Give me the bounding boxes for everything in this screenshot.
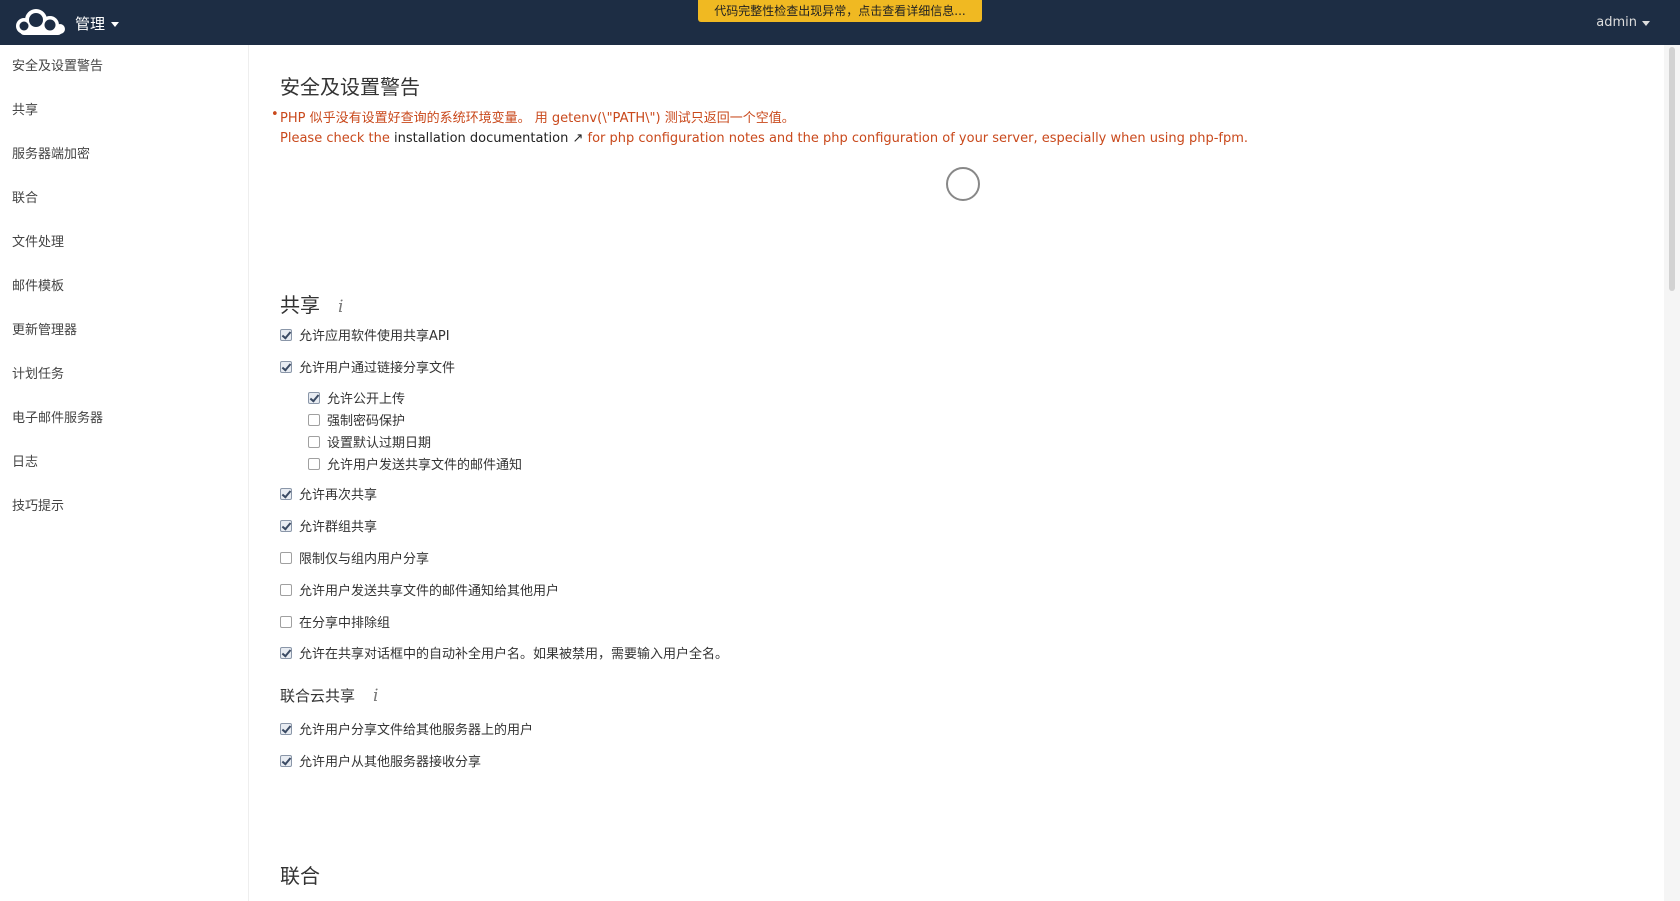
option-label: 允许应用软件使用共享API xyxy=(299,329,450,344)
checkbox-incoming-server2server[interactable] xyxy=(280,754,292,767)
option-allow-public-upload[interactable]: 允许公开上传 xyxy=(308,388,405,407)
option-label: 允许用户发送共享文件的邮件通知 xyxy=(327,458,523,473)
option-label: 允许用户分享文件给其他服务器上的用户 xyxy=(299,723,534,738)
option-incoming-server2server[interactable]: 允许用户从其他服务器接收分享 xyxy=(280,751,481,770)
sidebar-item-log[interactable]: 日志 xyxy=(0,441,248,485)
option-default-expire-date[interactable]: 设置默认过期日期 xyxy=(308,432,431,451)
option-allow-group-sharing[interactable]: 允许群组共享 xyxy=(280,516,377,535)
checkbox-exclude-groups[interactable] xyxy=(280,615,292,628)
top-header: 管理 代码完整性检查出现异常，点击查看详细信息... admin xyxy=(0,0,1680,45)
checkbox-enforce-password[interactable] xyxy=(308,413,320,426)
info-icon[interactable]: i xyxy=(338,297,343,317)
sidebar-item-mail-templates[interactable]: 邮件模板 xyxy=(0,265,248,309)
checkbox-outgoing-server2server[interactable] xyxy=(280,722,292,735)
option-label: 限制仅与组内用户分享 xyxy=(299,552,430,567)
sharing-section-title: 共享 i xyxy=(280,289,343,318)
warning-line-2-suffix: for php configuration notes and the php … xyxy=(583,131,1249,146)
option-allow-share-api[interactable]: 允许应用软件使用共享API xyxy=(280,325,450,344)
warning-line-2-prefix: Please check the xyxy=(280,131,394,146)
caret-down-icon xyxy=(111,22,120,27)
sharing-title-text: 共享 xyxy=(280,293,320,317)
option-allow-links[interactable]: 允许用户通过链接分享文件 xyxy=(280,357,455,376)
checkbox-username-autocomplete[interactable] xyxy=(280,646,292,659)
option-label: 允许群组共享 xyxy=(299,520,378,535)
option-label: 强制密码保护 xyxy=(327,414,406,429)
installation-doc-link[interactable]: installation documentation ↗ xyxy=(394,131,583,146)
page-scrollbar[interactable] xyxy=(1664,45,1680,901)
checkbox-default-expire-date[interactable] xyxy=(308,435,320,448)
option-exclude-groups[interactable]: 在分享中排除组 xyxy=(280,612,390,631)
app-menu-label: 管理 xyxy=(75,15,106,33)
info-icon[interactable]: i xyxy=(373,686,378,706)
warning-bullet: • xyxy=(271,107,279,122)
checkbox-share-api[interactable] xyxy=(280,328,292,341)
app-menu-toggle[interactable]: 管理 xyxy=(75,13,120,34)
federated-sharing-title-text: 联合云共享 xyxy=(280,687,356,705)
sidebar-item-sharing[interactable]: 共享 xyxy=(0,89,248,133)
loading-spinner-icon xyxy=(946,167,980,201)
option-mail-notification-others[interactable]: 允许用户发送共享文件的邮件通知给其他用户 xyxy=(280,580,559,599)
sidebar-item-updater[interactable]: 更新管理器 xyxy=(0,309,248,353)
scrollbar-thumb[interactable] xyxy=(1669,47,1675,291)
checkbox-public-upload[interactable] xyxy=(308,391,320,404)
warning-line-2: Please check the installation documentat… xyxy=(280,131,1248,146)
option-only-share-with-group[interactable]: 限制仅与组内用户分享 xyxy=(280,548,429,567)
sidebar-item-server-encryption[interactable]: 服务器端加密 xyxy=(0,133,248,177)
option-label: 允许在共享对话框中的自动补全用户名。如果被禁用，需要输入用户全名。 xyxy=(299,647,729,662)
sidebar-item-security-warnings[interactable]: 安全及设置警告 xyxy=(0,45,248,89)
sidebar-item-file-handling[interactable]: 文件处理 xyxy=(0,221,248,265)
settings-content: 安全及设置警告 • PHP 似乎没有设置好查询的系统环境变量。 用 getenv… xyxy=(250,45,1664,901)
sidebar-item-mail-server[interactable]: 电子邮件服务器 xyxy=(0,397,248,441)
security-section-title: 安全及设置警告 xyxy=(280,75,420,99)
sidebar-item-cron[interactable]: 计划任务 xyxy=(0,353,248,397)
option-outgoing-server2server[interactable]: 允许用户分享文件给其他服务器上的用户 xyxy=(280,719,533,738)
option-allow-resharing[interactable]: 允许再次共享 xyxy=(280,484,377,503)
cloud-logo-icon[interactable] xyxy=(10,6,66,38)
option-username-autocomplete[interactable]: 允许在共享对话框中的自动补全用户名。如果被禁用，需要输入用户全名。 xyxy=(280,643,728,662)
option-label: 允许用户发送共享文件的邮件通知给其他用户 xyxy=(299,584,560,599)
warning-line-1: PHP 似乎没有设置好查询的系统环境变量。 用 getenv(\"PATH\")… xyxy=(280,111,795,126)
integrity-check-notice[interactable]: 代码完整性检查出现异常，点击查看详细信息... xyxy=(698,0,982,22)
caret-down-icon xyxy=(1642,21,1650,26)
user-menu-toggle[interactable]: admin xyxy=(1596,15,1650,30)
option-enforce-password[interactable]: 强制密码保护 xyxy=(308,410,405,429)
settings-sidebar: 安全及设置警告 共享 服务器端加密 联合 文件处理 邮件模板 更新管理器 计划任… xyxy=(0,45,249,901)
option-label: 允许用户从其他服务器接收分享 xyxy=(299,755,482,770)
user-name: admin xyxy=(1596,15,1637,30)
option-label: 允许用户通过链接分享文件 xyxy=(299,361,456,376)
checkbox-link-mail-notification[interactable] xyxy=(308,457,320,470)
federation-section-title: 联合 xyxy=(280,864,320,888)
federated-sharing-title: 联合云共享 i xyxy=(280,685,378,706)
option-link-mail-notification[interactable]: 允许用户发送共享文件的邮件通知 xyxy=(308,454,522,473)
sidebar-item-tips[interactable]: 技巧提示 xyxy=(0,485,248,529)
checkbox-only-share-with-group[interactable] xyxy=(280,551,292,564)
checkbox-mail-notification-others[interactable] xyxy=(280,583,292,596)
option-label: 在分享中排除组 xyxy=(299,616,391,631)
option-label: 设置默认过期日期 xyxy=(327,436,432,451)
checkbox-allow-resharing[interactable] xyxy=(280,487,292,500)
checkbox-allow-group-sharing[interactable] xyxy=(280,519,292,532)
option-label: 允许再次共享 xyxy=(299,488,378,503)
checkbox-allow-links[interactable] xyxy=(280,360,292,373)
setup-warning: • PHP 似乎没有设置好查询的系统环境变量。 用 getenv(\"PATH\… xyxy=(271,107,1248,146)
sidebar-item-federation[interactable]: 联合 xyxy=(0,177,248,221)
option-label: 允许公开上传 xyxy=(327,392,406,407)
